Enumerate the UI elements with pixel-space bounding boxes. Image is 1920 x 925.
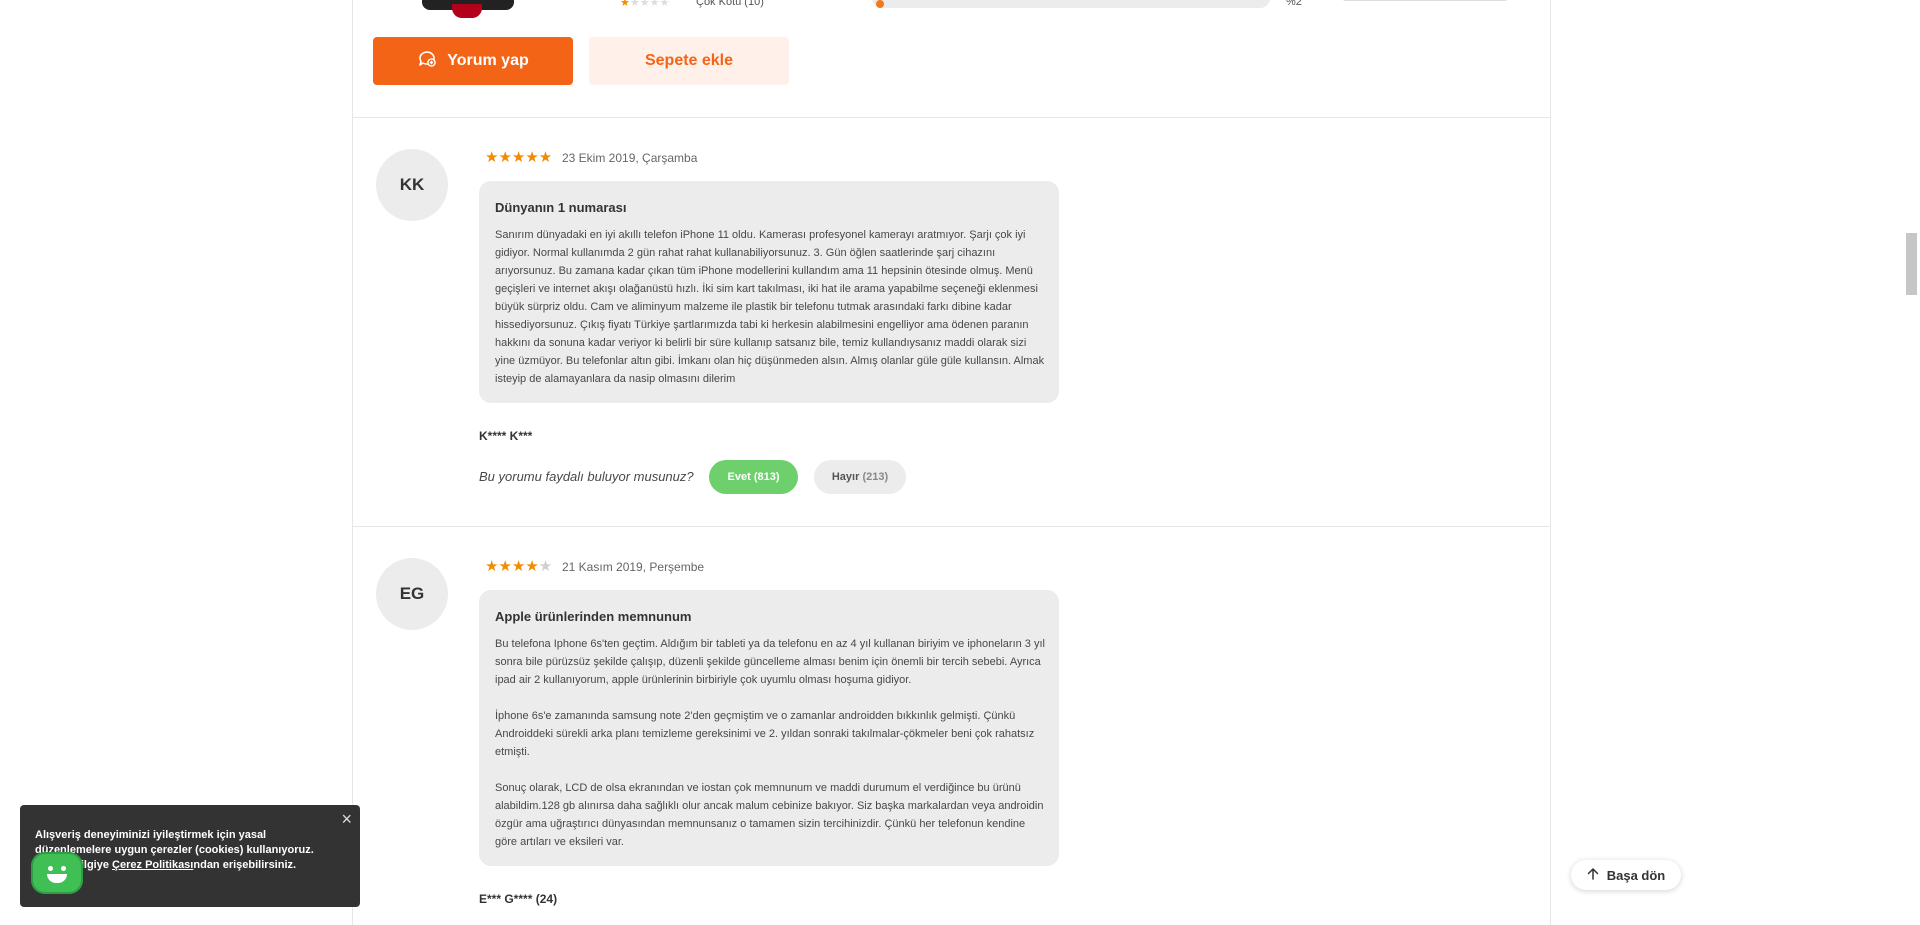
divider	[353, 526, 1550, 527]
review-date: 23 Ekim 2019, Çarşamba	[562, 151, 698, 165]
review-bubble: Dünyanın 1 numarası Sanırım dünyadaki en…	[479, 181, 1059, 403]
add-to-cart-button[interactable]: Sepete ekle	[589, 37, 789, 85]
avatar: KK	[376, 149, 448, 221]
back-to-top-label: Başa dön	[1606, 867, 1666, 883]
avatar: EG	[376, 558, 448, 630]
review-author: E*** G**** (24)	[479, 892, 557, 906]
helpful-question: Bu yorumu faydalı buluyor musunuz?	[479, 469, 694, 484]
divider	[353, 117, 1550, 118]
vote-no-count: (213)	[862, 471, 889, 483]
write-review-button[interactable]: Yorum yap	[373, 37, 573, 85]
vote-yes-count: (813)	[753, 471, 780, 483]
content-border-left	[352, 0, 353, 925]
review-author-count: (24)	[535, 892, 558, 906]
review-date: 21 Kasım 2019, Perşembe	[562, 560, 705, 574]
review-stars: ★★★★★	[485, 558, 553, 575]
vote-yes-label: Evet	[727, 471, 751, 483]
rating-filter-box[interactable]	[1340, 0, 1510, 1]
review-author-name: E*** G****	[479, 892, 533, 906]
page-scrollbar[interactable]	[1906, 233, 1917, 295]
comment-add-icon	[417, 49, 437, 74]
back-to-top-button[interactable]: Başa dön	[1571, 860, 1681, 890]
vote-yes-button[interactable]: Evet (813)	[709, 460, 798, 494]
rating-row-stars: ★★★★★	[620, 0, 670, 9]
review-body: Sanırım dünyadaki en iyi akıllı telefon …	[495, 229, 1045, 385]
vote-no-label: Hayır	[831, 471, 860, 483]
review-bubble: Apple ürünlerinden memnunum Bu telefona …	[479, 590, 1059, 866]
review-author: K**** K***	[479, 429, 533, 443]
review-body: Bu telefona Iphone 6s'ten geçtim. Aldığı…	[495, 638, 1045, 848]
cookie-policy-link[interactable]: Çerez Politikası	[112, 859, 193, 871]
vote-no-button[interactable]: Hayır (213)	[814, 460, 906, 494]
rating-row-percent: %2	[1286, 0, 1302, 8]
content-border-right	[1550, 0, 1551, 925]
review-stars: ★★★★★	[485, 149, 553, 166]
rating-row-bar	[872, 0, 1270, 8]
rating-row-label: Çok Kötü (10)	[696, 0, 764, 8]
review-title: Apple ürünlerinden memnunum	[495, 609, 692, 624]
close-icon[interactable]: ×	[341, 809, 352, 830]
rating-row-bar-fill	[876, 0, 884, 8]
write-review-label: Yorum yap	[447, 52, 529, 69]
cookie-text-end: ndan erişebilirsiniz.	[193, 859, 297, 871]
review-title: Dünyanın 1 numarası	[495, 200, 627, 215]
arrow-up-icon	[1587, 867, 1599, 883]
product-image-detail	[452, 4, 482, 18]
chat-bot-icon[interactable]	[31, 852, 83, 894]
